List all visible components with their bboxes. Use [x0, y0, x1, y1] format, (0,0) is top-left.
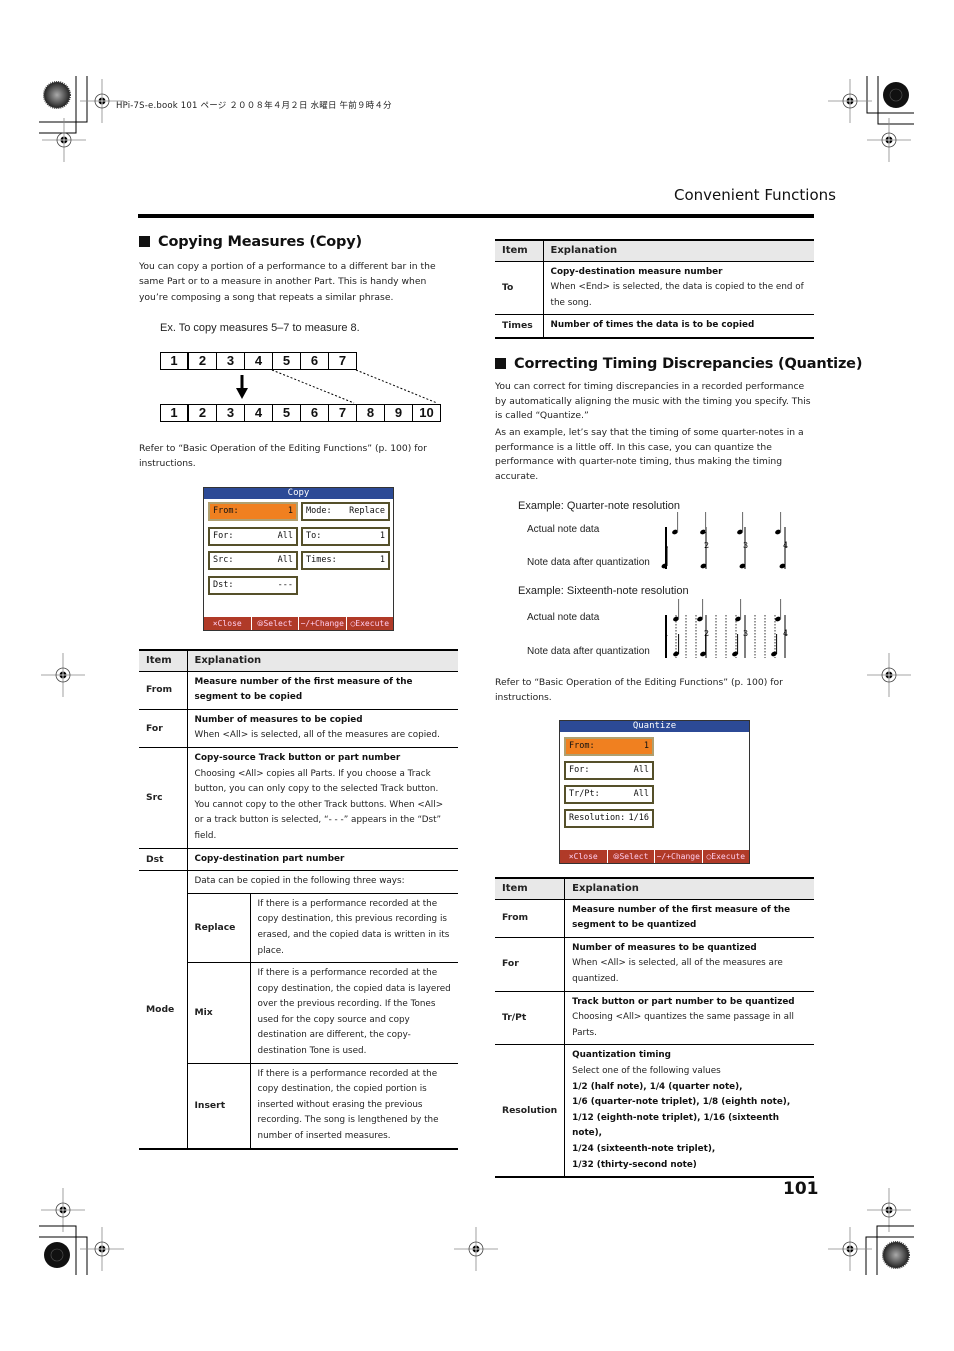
select-button[interactable]: ⦾Select — [606, 850, 654, 863]
item-cell: Tr/Pt — [495, 991, 566, 1046]
execute-button[interactable]: ○Execute — [701, 850, 749, 863]
screen-field-resolution[interactable]: Resolution: 1/16 — [564, 809, 654, 828]
beat-number: 3 — [743, 541, 748, 550]
page-number: 101 — [783, 1179, 819, 1199]
explanation-cell: Quantization timing Select one of the fol… — [564, 1044, 814, 1179]
explanation-text: When <All> is selected, all of the measu… — [194, 730, 440, 741]
mode-option-name: Insert — [187, 1063, 251, 1150]
explanation-text: Select one of the following values — [572, 1065, 721, 1076]
field-label: For: — [569, 765, 590, 775]
item-cell: Mode — [139, 870, 188, 1150]
mode-option-text: If there is a performance recorded at th… — [250, 962, 458, 1064]
actual-note — [775, 599, 782, 622]
explanation-title: Measure number of the first measure of t… — [572, 904, 791, 931]
change-button[interactable]: −/+Change — [654, 850, 702, 863]
field-value: All — [633, 765, 649, 775]
mode-option-name: Mix — [187, 962, 251, 1064]
beat-number: 4 — [783, 629, 788, 638]
actual-note — [737, 512, 744, 535]
actual-note — [700, 512, 707, 535]
beat-number: 1 — [664, 629, 669, 638]
resolution-value: 1/24 (sixteenth-note triplet), — [572, 1143, 716, 1154]
field-label: Resolution: — [569, 813, 626, 823]
table-row: For Number of measures to be quantized Whe… — [495, 937, 814, 992]
field-label: From: — [569, 741, 595, 751]
table-row: Mode Data can be copied in the following … — [139, 870, 458, 1150]
field-value: 1 — [643, 741, 649, 751]
explanation-cell: Measure number of the first measure of t… — [564, 899, 814, 938]
explanation-title: Number of measures to be quantized — [572, 942, 757, 953]
beat-number: 2 — [704, 629, 709, 638]
mode-option-row: Replace If there is a performance recorde… — [139, 893, 458, 964]
explanation-text: When <All> is selected, all of the measu… — [572, 958, 783, 984]
actual-note — [735, 599, 742, 622]
table-row: Tr/Pt Track button or part number to be q… — [495, 991, 814, 1046]
explanation-title: Copy-destination part number — [194, 853, 345, 864]
copy-parameter-table: Item Explanation From Measure number of t… — [139, 648, 458, 1150]
beat-number: 3 — [743, 629, 748, 638]
col-header-explanation: Explanation — [564, 876, 814, 900]
field-label: Tr/Pt: — [569, 789, 600, 799]
item-cell: Src — [139, 747, 188, 849]
close-button[interactable]: ×Close — [560, 850, 607, 863]
beat-number: 1 — [664, 541, 669, 550]
item-cell: From — [495, 899, 566, 938]
explanation-cell: Number of measures to be quantized When <… — [564, 937, 814, 992]
table-row: Src Copy-source Track button or part numb… — [139, 747, 458, 849]
quantize-screen-title: Quantize — [560, 721, 749, 732]
quantized-note — [732, 634, 739, 657]
explanation-cell: Number of measures to be copied When <All… — [187, 709, 458, 748]
quantize-refer-text: Refer to “Basic Operation of the Editing… — [495, 677, 783, 704]
explanation-text: Choosing <All> copies all Parts. If you … — [194, 768, 444, 841]
explanation-cell: Copy-source Track button or part number C… — [187, 747, 458, 849]
field-value: 1/16 — [628, 813, 649, 823]
explanation-title: Track button or part number to be quanti… — [572, 996, 795, 1007]
resolution-value: 1/32 (thirty-second note) — [572, 1159, 697, 1170]
mode-option-text: If there is a performance recorded at th… — [250, 893, 458, 964]
table-row: Resolution Quantization timing Select one … — [495, 1044, 814, 1179]
quantize-note-diagrams: 1 2 3 4 1 2 3 4 — [661, 512, 788, 658]
beat-number: 4 — [783, 541, 788, 550]
explanation-title: Number of measures to be copied — [194, 714, 363, 725]
beat-number: 2 — [704, 541, 709, 550]
quantize-parameter-table: Item Explanation From Measure number of t… — [495, 876, 814, 1179]
actual-note — [697, 599, 704, 622]
mode-option-name: Replace — [187, 893, 251, 964]
item-cell: For — [139, 709, 188, 748]
actual-note — [672, 512, 679, 535]
quantize-screen-buttons: ×Close ⦾Select −/+Change ○Execute — [560, 850, 749, 863]
screen-field-trpt[interactable]: Tr/Pt: All — [564, 785, 654, 804]
item-cell: Resolution — [495, 1044, 566, 1179]
mode-option-text: If there is a performance recorded at th… — [250, 1063, 458, 1150]
actual-note — [673, 599, 680, 622]
screen-field-for[interactable]: For: All — [564, 761, 654, 780]
table-row: Dst Copy-destination part number — [139, 848, 458, 872]
mode-option-row: Mix If there is a performance recorded at… — [139, 962, 458, 1064]
resolution-value: 1/2 (half note), 1/4 (quarter note), — [572, 1081, 743, 1092]
explanation-text: Choosing <All> quantizes the same passag… — [572, 1012, 794, 1038]
item-cell: Dst — [139, 848, 188, 872]
actual-note — [775, 512, 782, 535]
quantize-screen: Quantize From: 1 For: All Tr/Pt: All Resolutio… — [559, 720, 750, 864]
mode-intro: Data can be copied in the following thre… — [187, 870, 458, 894]
resolution-value: 1/6 (quarter-note triplet), 1/8 (eighth … — [572, 1097, 791, 1108]
col-header-item: Item — [495, 876, 566, 900]
mode-option-row: Insert If there is a performance recorded… — [139, 1063, 458, 1150]
explanation-cell: Track button or part number to be quanti… — [564, 991, 814, 1046]
item-cell: For — [495, 937, 566, 992]
field-value: All — [633, 789, 649, 799]
screen-field-from[interactable]: From: 1 — [564, 737, 654, 756]
explanation-title: Copy-source Track button or part number — [194, 752, 401, 763]
explanation-title: Quantization timing — [572, 1050, 671, 1061]
table-row: From Measure number of the first measure … — [495, 899, 814, 938]
resolution-value: 1/12 (eighth-note triplet), 1/16 (sixtee… — [572, 1112, 779, 1139]
table-row: For Number of measures to be copied When <… — [139, 709, 458, 748]
explanation-cell: Copy-destination part number — [187, 848, 458, 872]
quantized-note — [771, 634, 778, 657]
